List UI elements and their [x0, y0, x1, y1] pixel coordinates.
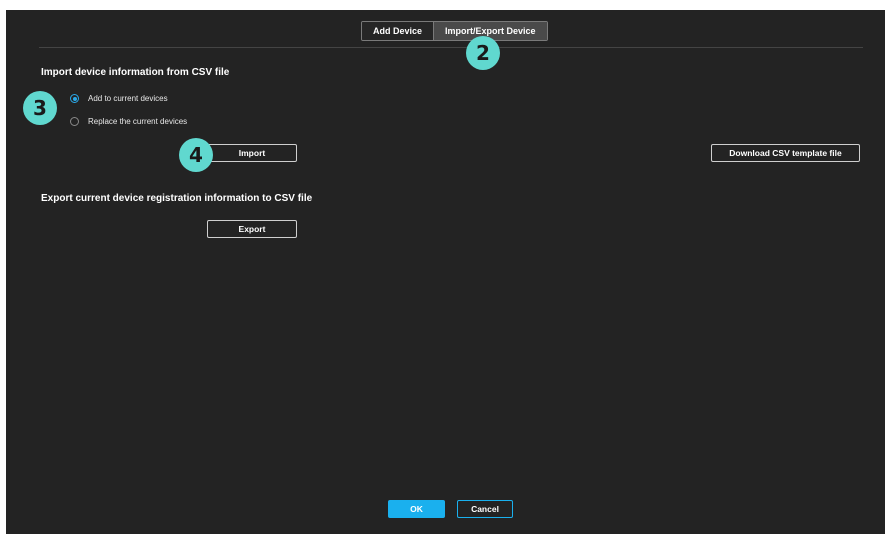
radio-add-to-current[interactable]	[70, 94, 79, 103]
export-button[interactable]: Export	[207, 220, 297, 238]
header-divider	[39, 47, 863, 48]
ok-button[interactable]: OK	[388, 500, 445, 518]
step-badge-3: 3	[23, 91, 57, 125]
download-csv-template-button[interactable]: Download CSV template file	[711, 144, 860, 162]
option-replace-current-label: Replace the current devices	[88, 117, 188, 126]
export-section-title: Export current device registration infor…	[41, 193, 313, 204]
step-badge-4: 4	[179, 138, 213, 172]
option-add-to-current[interactable]: Add to current devices	[70, 94, 168, 103]
cancel-button[interactable]: Cancel	[457, 500, 513, 518]
import-section-title: Import device information from CSV file	[41, 67, 230, 78]
radio-replace-current[interactable]	[70, 117, 79, 126]
import-button[interactable]: Import	[207, 144, 297, 162]
option-replace-current[interactable]: Replace the current devices	[70, 117, 187, 126]
dialog-window: Add Device Import/Export Device Import d…	[6, 10, 885, 534]
step-badge-2: 2	[466, 36, 500, 70]
tab-add-device[interactable]: Add Device	[362, 22, 434, 40]
option-add-to-current-label: Add to current devices	[88, 94, 168, 103]
tab-bar: Add Device Import/Export Device	[361, 21, 548, 41]
